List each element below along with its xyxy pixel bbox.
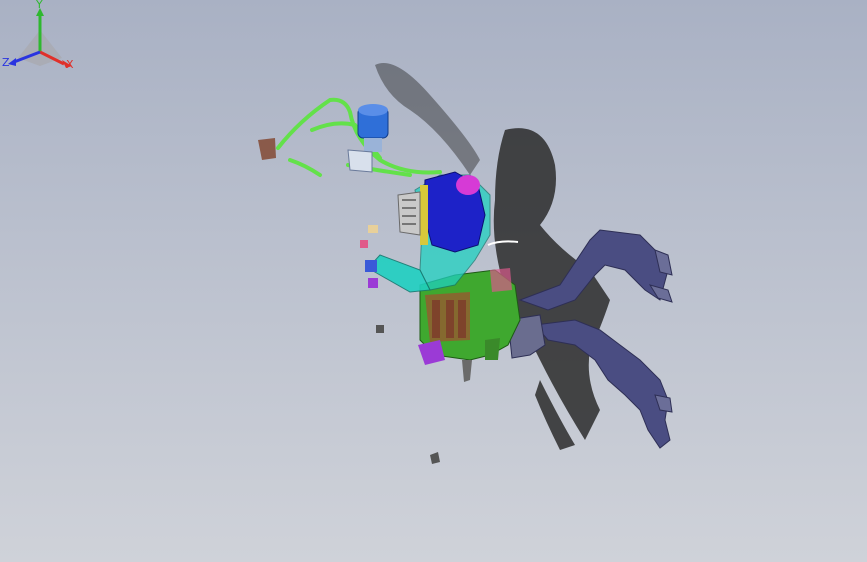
triad-y-label: Y (35, 0, 43, 11)
model-shadow (375, 63, 610, 450)
model-canvas[interactable] (0, 0, 867, 562)
triad-z-label: Z (2, 56, 10, 69)
orientation-triad: Y X Z (2, 0, 74, 71)
blower-motor[interactable] (397, 171, 486, 253)
triad-x-label: X (66, 58, 74, 71)
cad-viewport[interactable]: Y X Z (0, 0, 867, 562)
